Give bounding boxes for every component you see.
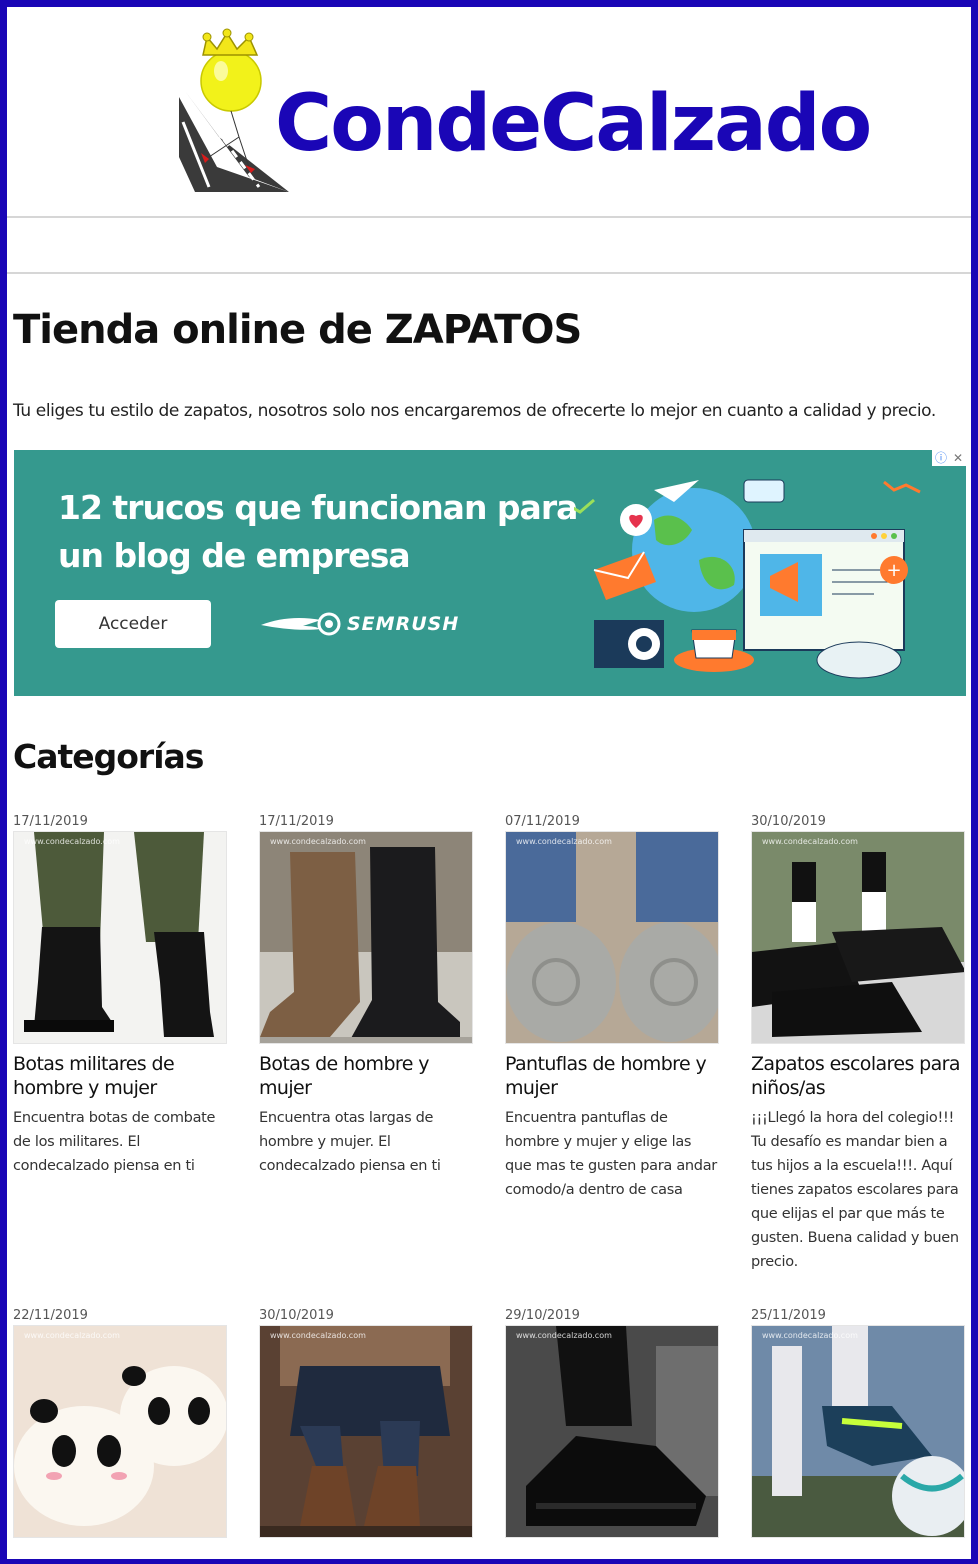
post-title[interactable]: Botas militares de hombre y mujer — [13, 1052, 227, 1100]
black-sneakers-image-icon — [506, 1326, 718, 1537]
logo-wordmark: CondeCalzado — [275, 79, 872, 169]
post-image-football-boots[interactable]: www.condecalzado.com — [751, 1325, 965, 1538]
cowboy-boots-image-icon — [260, 832, 472, 1043]
image-watermark: www.condecalzado.com — [516, 1331, 612, 1340]
image-watermark: www.condecalzado.com — [24, 1331, 120, 1340]
image-watermark: www.condecalzado.com — [270, 1331, 366, 1340]
football-boots-image-icon — [752, 1326, 964, 1537]
post-image-cowboy-boots[interactable]: www.condecalzado.com — [259, 831, 473, 1044]
post-image-ankle-boots[interactable]: www.condecalzado.com — [259, 1325, 473, 1538]
post-date: 17/11/2019 — [13, 814, 88, 829]
post-date: 25/11/2019 — [751, 1308, 826, 1323]
nav-divider — [7, 272, 971, 274]
svg-text:+: + — [886, 560, 901, 581]
panda-slippers-image-icon — [14, 1326, 226, 1537]
post-date: 30/10/2019 — [751, 814, 826, 829]
post-date: 22/11/2019 — [13, 1308, 88, 1323]
post-excerpt: Encuentra otas largas de hombre y mujer.… — [259, 1110, 441, 1174]
school-shoes-image-icon — [752, 832, 964, 1043]
image-watermark: www.condecalzado.com — [762, 837, 858, 846]
category-card-botines[interactable]: 30/10/2019 www.condecalzado.com — [259, 1307, 473, 1546]
post-excerpt: Encuentra pantuflas de hombre y mujer y … — [505, 1110, 717, 1198]
site-header: CondeCalzado — [7, 7, 971, 217]
image-watermark: www.condecalzado.com — [516, 837, 612, 846]
post-date: 30/10/2019 — [259, 1308, 334, 1323]
nav-bar — [7, 218, 971, 272]
post-date: 17/11/2019 — [259, 814, 334, 829]
post-image-panda-slippers[interactable]: www.condecalzado.com — [13, 1325, 227, 1538]
category-card-botas[interactable]: 17/11/2019 www.condecalzado.com Botas de… — [259, 813, 473, 1178]
post-date: 29/10/2019 — [505, 1308, 580, 1323]
post-title[interactable]: Botas de hombre y mujer — [259, 1052, 473, 1100]
post-date: 07/11/2019 — [505, 814, 580, 829]
knit-slippers-image-icon — [506, 832, 718, 1043]
info-icon[interactable]: ⓘ — [935, 452, 947, 464]
close-icon[interactable]: ✕ — [953, 452, 963, 464]
post-title[interactable]: Zapatos escolares para niños/as — [751, 1052, 965, 1100]
post-image-school-shoes[interactable]: www.condecalzado.com — [751, 831, 965, 1044]
image-watermark: www.condecalzado.com — [762, 1331, 858, 1340]
ad-brand: SEMRUSH — [259, 610, 489, 640]
intro-text: Tu eliges tu estilo de zapatos, nosotros… — [13, 401, 936, 421]
page-title: Tienda online de ZAPATOS — [13, 307, 582, 353]
categories-title: Categorías — [13, 737, 204, 776]
ad-illustration-icon: + — [574, 479, 921, 679]
image-watermark: www.condecalzado.com — [270, 837, 366, 846]
category-card-zapatillas-deportivas[interactable]: 29/10/2019 www.condecalzado.com — [505, 1307, 719, 1546]
ad-controls: ⓘ ✕ — [932, 450, 966, 466]
ad-brand-name: SEMRUSH — [347, 613, 460, 635]
category-card-botas-militares[interactable]: 17/11/2019 www.condecalzado.com Botas mi… — [13, 813, 227, 1178]
ad-headline: 12 trucos que funcionan para un blog de … — [58, 488, 578, 575]
post-title[interactable]: Pantuflas de hombre y mujer — [505, 1052, 719, 1100]
page-frame: CondeCalzado Tienda online de ZAPATOS Tu… — [7, 7, 971, 1559]
post-image-military-boots[interactable]: www.condecalzado.com — [13, 831, 227, 1044]
military-boots-image-icon — [14, 832, 226, 1043]
site-logo[interactable]: CondeCalzado — [179, 27, 872, 207]
post-image-knit-slippers[interactable]: www.condecalzado.com — [505, 831, 719, 1044]
ad-access-button[interactable]: Acceder — [55, 600, 211, 648]
category-card-zapatos-escolares[interactable]: 30/10/2019 www.condecalzado.com Zapatos … — [751, 813, 965, 1274]
post-excerpt: ¡¡¡Llegó la hora del colegio!!! Tu desaf… — [751, 1110, 959, 1270]
category-card-pantuflas[interactable]: 07/11/2019 www.condecalzado.com Pantufla… — [505, 813, 719, 1202]
image-watermark: www.condecalzado.com — [24, 837, 120, 846]
category-card-pantuflas-animales[interactable]: 22/11/2019 www.condecalzado.com — [13, 1307, 227, 1546]
category-card-zapatillas-futbol[interactable]: 25/11/2019 www.condecalzado.com — [751, 1307, 965, 1546]
ankle-boots-image-icon — [260, 1326, 472, 1537]
post-image-black-sneakers[interactable]: www.condecalzado.com — [505, 1325, 719, 1538]
semrush-flame-icon — [261, 612, 341, 636]
post-excerpt: Encuentra botas de combate de los milita… — [13, 1110, 216, 1174]
advertisement-banner[interactable]: 12 trucos que funcionan para un blog de … — [14, 450, 966, 696]
